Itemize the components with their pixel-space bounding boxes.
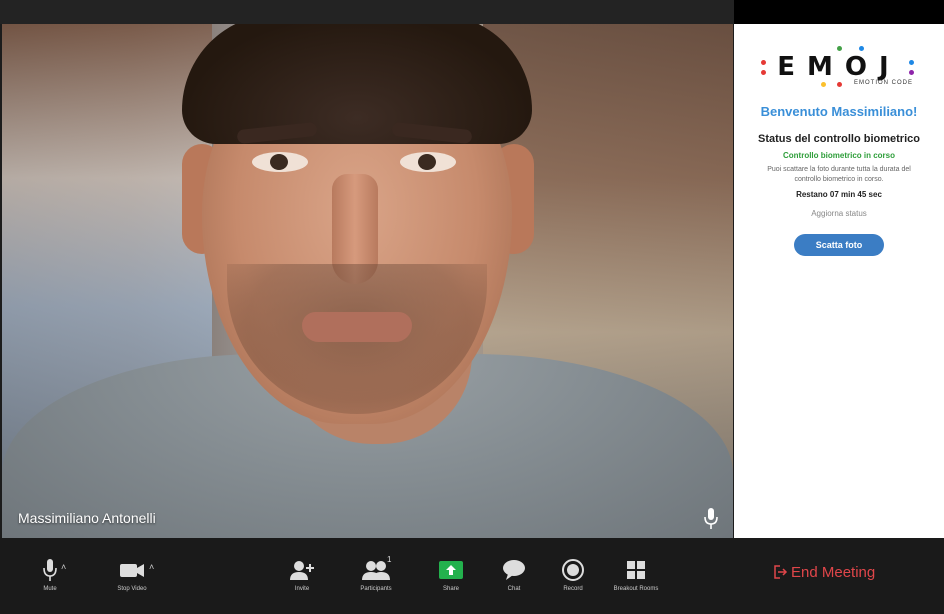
record-icon bbox=[562, 559, 584, 581]
meeting-window: Massimiliano Antonelli EMOJ EMOTION CODE… bbox=[0, 0, 944, 614]
logo-dot bbox=[909, 60, 914, 65]
logo-dot bbox=[821, 82, 826, 87]
video-feed[interactable]: Massimiliano Antonelli bbox=[2, 24, 733, 538]
iris-right bbox=[418, 154, 436, 170]
welcome-message: Benvenuto Massimiliano! bbox=[760, 104, 918, 119]
chat-bubble-icon bbox=[503, 560, 525, 580]
end-meeting-button[interactable]: End Meeting bbox=[774, 564, 875, 581]
logo-dot bbox=[837, 82, 842, 87]
stop-video-label: Stop Video bbox=[117, 586, 147, 592]
participants-label: Participants bbox=[360, 586, 392, 592]
biometric-panel: EMOJ EMOTION CODE Benvenuto Massimiliano… bbox=[734, 24, 944, 538]
stop-video-button[interactable]: ˄ Stop Video bbox=[97, 558, 167, 592]
record-label: Record bbox=[563, 586, 583, 592]
refresh-status-link[interactable]: Aggiorna status bbox=[734, 209, 944, 218]
participant-eye-right bbox=[400, 152, 456, 172]
video-camera-icon bbox=[120, 564, 144, 577]
logo-dot bbox=[837, 46, 842, 51]
logo-text: EMOJ bbox=[777, 52, 901, 82]
grid-icon bbox=[627, 561, 645, 579]
exit-icon bbox=[774, 565, 788, 579]
share-button[interactable]: Share bbox=[416, 558, 486, 592]
share-label: Share bbox=[442, 586, 459, 592]
status-value: Controllo biometrico in corso bbox=[782, 151, 895, 160]
add-user-icon bbox=[290, 561, 314, 580]
record-button[interactable]: Record bbox=[538, 558, 608, 592]
logo-dot bbox=[909, 70, 914, 75]
mute-label: Mute bbox=[43, 586, 57, 592]
logo-dot bbox=[761, 70, 766, 75]
participant-lips bbox=[302, 312, 412, 342]
emoj-logo: EMOJ EMOTION CODE bbox=[759, 46, 919, 90]
share-screen-icon bbox=[439, 561, 463, 579]
chevron-up-icon[interactable]: ˄ bbox=[61, 562, 66, 572]
participant-name-label: Massimiliano Antonelli bbox=[18, 510, 156, 526]
status-description: Puoi scattare la foto durante tutta la d… bbox=[767, 166, 911, 183]
status-title: Status del controllo biometrico bbox=[758, 133, 920, 145]
logo-subtitle: EMOTION CODE bbox=[853, 80, 913, 86]
top-bar bbox=[0, 0, 944, 24]
logo-dot bbox=[761, 60, 766, 65]
remaining-time: Restano 07 min 45 sec bbox=[796, 190, 882, 199]
end-meeting-label: End Meeting bbox=[791, 564, 876, 581]
invite-button[interactable]: Invite bbox=[267, 558, 337, 592]
iris-left bbox=[270, 154, 288, 170]
participants-button[interactable]: 1 Participants bbox=[341, 555, 411, 592]
participants-count-badge: 1 bbox=[387, 555, 392, 564]
invite-label: Invite bbox=[294, 586, 310, 592]
participant-eye-left bbox=[252, 152, 308, 172]
mute-button[interactable]: ˄ Mute bbox=[15, 558, 85, 592]
microphone-icon bbox=[43, 559, 57, 581]
top-bar-right bbox=[734, 0, 944, 24]
logo-dot bbox=[859, 46, 864, 51]
chevron-up-icon[interactable]: ˄ bbox=[149, 562, 154, 572]
breakout-rooms-button[interactable]: Breakout Rooms bbox=[601, 558, 671, 592]
breakout-rooms-label: Breakout Rooms bbox=[613, 586, 659, 592]
participant-hair bbox=[182, 24, 532, 144]
microphone-icon bbox=[704, 508, 718, 529]
take-photo-button[interactable]: Scatta foto bbox=[794, 234, 884, 256]
meeting-toolbar: ˄ Mute ˄ Stop Video Invite 1 Participant… bbox=[0, 538, 944, 614]
